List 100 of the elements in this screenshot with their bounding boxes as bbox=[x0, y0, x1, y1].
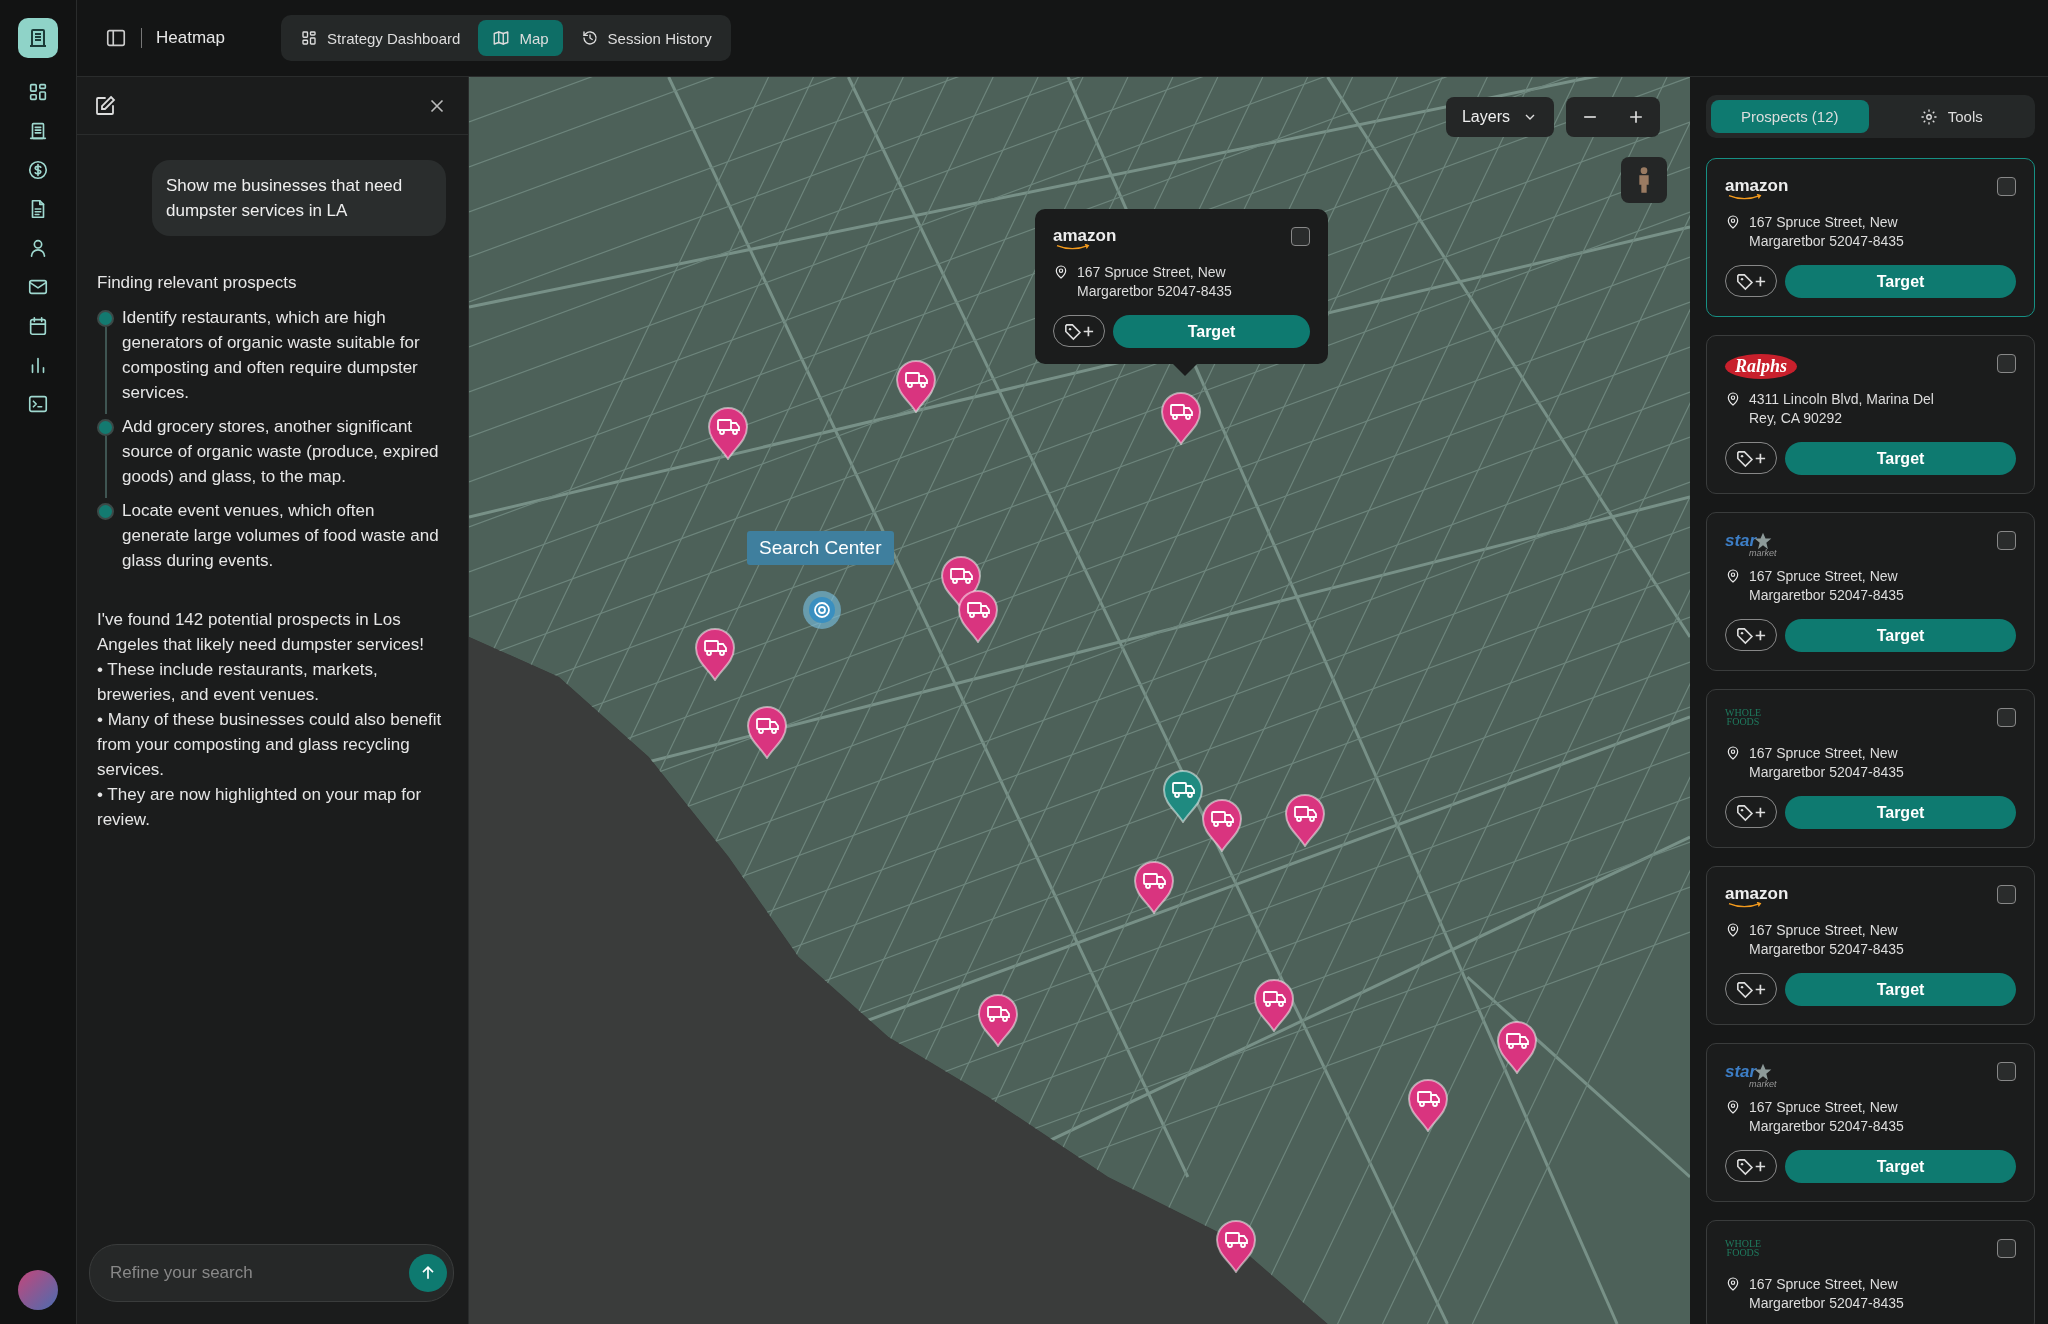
address-text: 167 Spruce Street, New Margaretbor 52047-8435 bbox=[1749, 567, 1905, 605]
checkbox[interactable] bbox=[1997, 885, 2016, 904]
status-text: Finding relevant prospects bbox=[97, 272, 298, 294]
send-button[interactable] bbox=[409, 1254, 447, 1292]
map-pin-icon[interactable] bbox=[1407, 1078, 1449, 1132]
search-field[interactable]: Refine your search bbox=[89, 1244, 454, 1302]
answer-text: • They are now highlighted on your map for review. bbox=[97, 784, 423, 831]
location-pin-icon bbox=[1725, 922, 1741, 938]
map-pin-icon[interactable] bbox=[1133, 860, 1175, 914]
answer-text: • These include restaurants, markets, breweries, and event venues. bbox=[97, 659, 379, 706]
answer-text: • Many of these businesses could also benefit from your composting and glass recycling services. bbox=[97, 709, 443, 781]
tag-plus-icon bbox=[1735, 1156, 1767, 1176]
map-pin-icon[interactable] bbox=[895, 359, 937, 413]
search-center-marker-icon[interactable] bbox=[802, 590, 842, 630]
prospect-card[interactable]: WHOLE FOODS 167 Spruce Street, New Margaretbor 52047-8435 bbox=[1706, 1220, 2035, 1324]
target-button[interactable]: Target bbox=[1785, 442, 2016, 475]
address-text: 167 Spruce Street, New Margaretbor 52047-8435 bbox=[1749, 1275, 1905, 1313]
map-pin-icon[interactable] bbox=[1284, 793, 1326, 847]
location-pin-icon bbox=[1725, 214, 1741, 230]
grid-icon[interactable] bbox=[27, 81, 49, 103]
calendar-icon[interactable] bbox=[27, 315, 49, 337]
location-pin-icon bbox=[1725, 391, 1741, 407]
checkbox[interactable] bbox=[1291, 227, 1310, 246]
prospect-card[interactable]: Ralphs 4311 Lincoln Blvd, Marina Del Rey, CA 90292 Target bbox=[1706, 335, 2035, 494]
map-icon bbox=[492, 29, 511, 47]
search-input-field[interactable]: Refine your search bbox=[108, 1262, 409, 1284]
target-button[interactable]: Target bbox=[1785, 265, 2016, 298]
location-pin-icon bbox=[1725, 745, 1741, 761]
panel-tab[interactable]: Tools bbox=[1872, 100, 2030, 133]
page-title: Heatmap bbox=[156, 28, 225, 48]
clock-icon bbox=[580, 29, 599, 47]
grid-icon bbox=[300, 29, 318, 47]
map-pin-icon[interactable] bbox=[746, 705, 788, 759]
prospect-card[interactable]: WHOLE FOODS 167 Spruce Street, New Margaretbor 52047-8435 Target bbox=[1706, 689, 2035, 848]
checkbox[interactable] bbox=[1997, 1239, 2016, 1258]
view-tab[interactable]: Session History bbox=[566, 20, 726, 56]
tag-plus-icon bbox=[1735, 625, 1767, 645]
tag-plus-icon bbox=[1735, 979, 1767, 999]
step-text: Locate event venues, which often generate large volumes of food waste and glass during events. bbox=[122, 500, 440, 572]
map-pin-icon[interactable] bbox=[1496, 1020, 1538, 1074]
whole-foods-logo: WHOLE FOODS bbox=[1725, 1239, 1761, 1257]
tag-plus-icon bbox=[1735, 448, 1767, 468]
layers-dropdown[interactable]: Layers bbox=[1445, 97, 1554, 137]
map-pin-icon[interactable] bbox=[707, 406, 749, 460]
target-button[interactable]: Target bbox=[1785, 973, 2016, 1006]
person-icon bbox=[1636, 166, 1652, 194]
checkbox[interactable] bbox=[1997, 531, 2016, 550]
target-button[interactable]: Target bbox=[1113, 315, 1310, 348]
tag-plus-icon bbox=[1735, 271, 1767, 291]
new-chat-icon[interactable] bbox=[93, 93, 117, 118]
target-button[interactable]: Target bbox=[1785, 796, 2016, 829]
checkbox[interactable] bbox=[1997, 1062, 2016, 1081]
prospect-card[interactable]: star market 167 Spruce Street, New Margaretbor 52047-8435 Target bbox=[1706, 512, 2035, 671]
map-pin-icon[interactable] bbox=[1253, 978, 1295, 1032]
tag-plus-icon bbox=[1063, 321, 1095, 341]
checkbox[interactable] bbox=[1997, 354, 2016, 373]
avatar[interactable] bbox=[18, 1270, 58, 1310]
address-text: 167 Spruce Street, New Margaretbor 52047-8435 bbox=[1749, 1098, 1905, 1136]
whole-foods-logo: WHOLE FOODS bbox=[1725, 708, 1761, 726]
panel-tab[interactable]: Prospects (12) bbox=[1711, 100, 1869, 133]
view-tab[interactable]: Strategy Dashboard bbox=[286, 20, 475, 56]
tag-plus-icon bbox=[1735, 802, 1767, 822]
ralphs-logo: Ralphs bbox=[1725, 354, 1798, 379]
prospect-card[interactable]: star market 167 Spruce Street, New Margaretbor 52047-8435 Target bbox=[1706, 1043, 2035, 1202]
amazon-logo: amazon bbox=[1053, 227, 1117, 250]
location-pin-icon bbox=[1725, 1276, 1741, 1292]
map-pin-icon[interactable] bbox=[977, 993, 1019, 1047]
map-pin-icon[interactable] bbox=[1162, 769, 1204, 823]
address-text: 167 Spruce Street, New Margaretbor 52047-8435 bbox=[1749, 213, 1905, 251]
checkbox[interactable] bbox=[1997, 708, 2016, 727]
step-text: Identify restaurants, which are high generators of organic waste suitable for composting and often require dumpster services. bbox=[122, 307, 421, 404]
search-center-label: Search Center bbox=[747, 531, 894, 565]
map-pin-icon[interactable] bbox=[1201, 798, 1243, 852]
amazon-logo: amazon bbox=[1725, 177, 1789, 200]
step-text: Add grocery stores, another significant source of organic waste (produce, expired goods) and glass, to the map. bbox=[122, 416, 440, 488]
answer-text: I've found 142 potential prospects in Los Angeles that likely need dumpster services! bbox=[97, 609, 425, 656]
location-pin-icon bbox=[1053, 264, 1069, 280]
app-logo-icon[interactable] bbox=[18, 18, 58, 58]
prospect-card[interactable]: amazon 167 Spruce Street, New Margaretbor 52047-8435 Target bbox=[1706, 158, 2035, 317]
address-text: 167 Spruce Street, New Margaretbor 52047-8435 bbox=[1077, 263, 1233, 301]
map-pin-icon[interactable] bbox=[1160, 391, 1202, 445]
terminal-icon[interactable] bbox=[27, 393, 49, 415]
address-text: 167 Spruce Street, New Margaretbor 52047-8435 bbox=[1749, 921, 1905, 959]
checkbox[interactable] bbox=[1997, 177, 2016, 196]
location-pin-icon bbox=[1725, 568, 1741, 584]
dollar-icon[interactable] bbox=[27, 159, 49, 181]
map-pin-icon[interactable] bbox=[1215, 1219, 1257, 1273]
map-pin-icon[interactable] bbox=[957, 589, 999, 643]
amazon-logo: amazon bbox=[1725, 885, 1789, 908]
view-tab[interactable]: Map bbox=[478, 20, 563, 56]
step-dot-icon bbox=[97, 503, 114, 520]
sidebar-toggle-icon[interactable] bbox=[105, 27, 127, 49]
map-pin-icon[interactable] bbox=[694, 627, 736, 681]
address-text: 4311 Lincoln Blvd, Marina Del Rey, CA 90292 bbox=[1749, 390, 1935, 428]
address-text: 167 Spruce Street, New Margaretbor 52047-8435 bbox=[1749, 744, 1905, 782]
prospect-card[interactable]: amazon 167 Spruce Street, New Margaretbor 52047-8435 Target bbox=[1706, 866, 2035, 1025]
street-view-button[interactable] bbox=[1621, 157, 1667, 203]
target-button[interactable]: Target bbox=[1785, 1150, 2016, 1183]
target-button[interactable]: Target bbox=[1785, 619, 2016, 652]
building-icon[interactable] bbox=[27, 120, 49, 142]
